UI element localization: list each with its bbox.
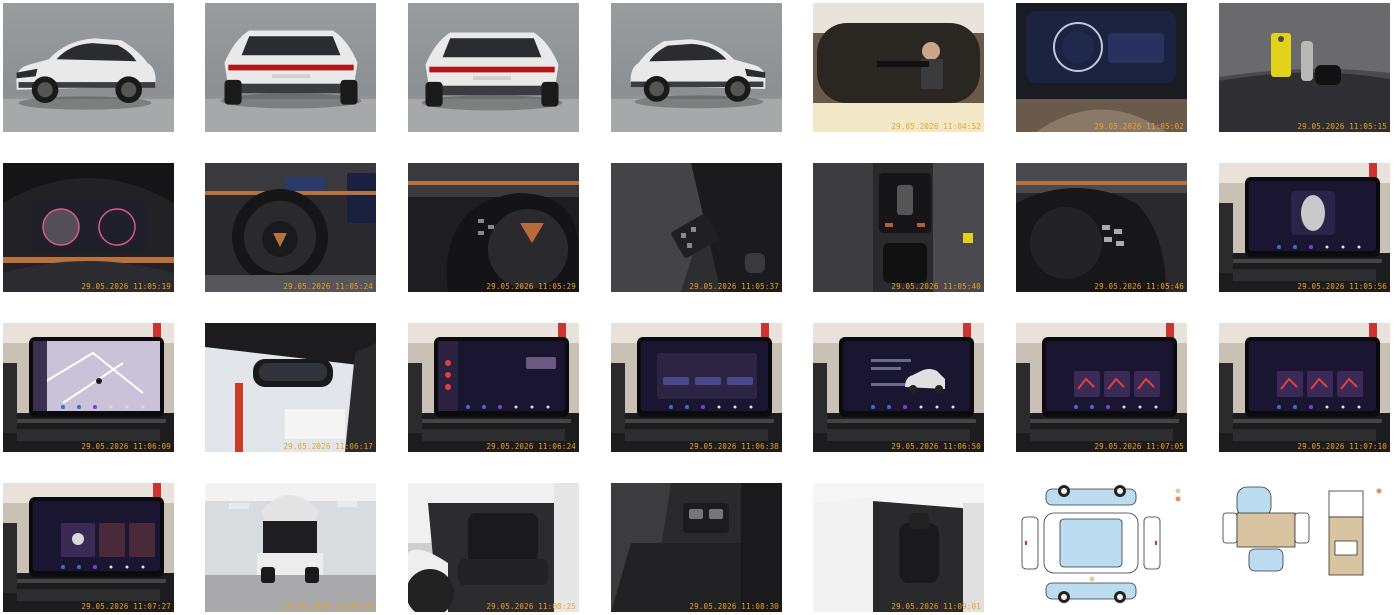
- photo-thumbnail-steering-wheel-right-buttons[interactable]: 29.05.2026 11:05:46: [1016, 163, 1187, 292]
- photo-thumbnail-car-front-34[interactable]: [3, 3, 174, 132]
- photo-instrument-cluster-dark: [1016, 3, 1187, 132]
- photo-rear-floor: [611, 483, 782, 612]
- photo-thumbnail-rear-floor[interactable]: 29.05.2026 11:08:30: [611, 483, 782, 612]
- photo-timestamp: 29.05.2026 11:05:19: [81, 282, 171, 291]
- photo-open-trunk: [205, 483, 376, 612]
- photo-car-side-front: [611, 3, 782, 132]
- photo-infotainment-vehicle: [3, 483, 174, 612]
- photo-thumbnail-infotainment-menu[interactable]: 29.05.2026 11:06:24: [408, 323, 579, 452]
- photo-thumbnail-keys-on-seat[interactable]: 29.05.2026 11:05:15: [1219, 3, 1390, 132]
- photo-thumbnail-center-console[interactable]: 29.05.2026 11:05:40: [813, 163, 984, 292]
- photo-thumbnail-open-trunk[interactable]: 29.05.2026 11:08:10: [205, 483, 376, 612]
- photo-timestamp: 29.05.2026 11:05:40: [891, 282, 981, 291]
- photo-gallery: 29.05.2026 11:04:52 29.05.2026 11:05:02 …: [0, 0, 1400, 615]
- photo-thumbnail-mirror-selfie[interactable]: 29.05.2026 11:04:52: [813, 3, 984, 132]
- photo-front-seats-door-open: [813, 483, 984, 612]
- photo-timestamp: 29.05.2026 11:06:09: [81, 442, 171, 451]
- photo-timestamp: 29.05.2026 11:07:10: [1297, 442, 1387, 451]
- photo-thumbnail-instrument-cluster[interactable]: 29.05.2026 11:05:19: [3, 163, 174, 292]
- photo-rear-seats: [408, 483, 579, 612]
- photo-timestamp: 29.05.2026 11:08:25: [486, 602, 576, 611]
- photo-thumbnail-infotainment-service[interactable]: 29.05.2026 11:06:50: [813, 323, 984, 452]
- photo-infotainment-menu: [408, 323, 579, 452]
- photo-thumbnail-steering-wheel[interactable]: 29.05.2026 11:05:24: [205, 163, 376, 292]
- photo-thumbnail-instrument-cluster-dark[interactable]: 29.05.2026 11:05:02: [1016, 3, 1187, 132]
- photo-timestamp: 29.05.2026 11:05:29: [486, 282, 576, 291]
- photo-keys-on-seat: [1219, 3, 1390, 132]
- photo-timestamp: 29.05.2026 11:06:24: [486, 442, 576, 451]
- photo-car-rear-34-right: [408, 3, 579, 132]
- photo-timestamp: 29.05.2026 11:05:15: [1297, 122, 1387, 131]
- photo-thumbnail-car-rear-34-left[interactable]: [205, 3, 376, 132]
- photo-steering-wheel-left-buttons: [408, 163, 579, 292]
- photo-timestamp: 29.05.2026 11:08:30: [689, 602, 779, 611]
- photo-timestamp: 29.05.2026 11:05:46: [1094, 282, 1184, 291]
- photo-steering-wheel-right-buttons: [1016, 163, 1187, 292]
- photo-timestamp: 29.05.2026 11:08:10: [283, 602, 373, 611]
- photo-thumbnail-infotainment-dialog[interactable]: 29.05.2026 11:06:38: [611, 323, 782, 452]
- photo-infotainment-map: [3, 323, 174, 452]
- photo-thumbnail-infotainment-assist[interactable]: 29.05.2026 11:07:05: [1016, 323, 1187, 452]
- photo-thumbnail-damage-diagram-interior[interactable]: [1219, 483, 1390, 612]
- photo-timestamp: 29.05.2026 11:07:05: [1094, 442, 1184, 451]
- photo-car-rear-34-left: [205, 3, 376, 132]
- photo-timestamp: 29.05.2026 11:05:02: [1094, 122, 1184, 131]
- photo-thumbnail-rear-view-mirror[interactable]: 29.05.2026 11:06:17: [205, 323, 376, 452]
- photo-thumbnail-infotainment-vehicle[interactable]: 29.05.2026 11:07:27: [3, 483, 174, 612]
- photo-timestamp: 29.05.2026 11:05:56: [1297, 282, 1387, 291]
- photo-center-console: [813, 163, 984, 292]
- photo-door-panel: [611, 163, 782, 292]
- photo-timestamp: 29.05.2026 11:09:01: [891, 602, 981, 611]
- photo-timestamp: 29.05.2026 11:06:17: [283, 442, 373, 451]
- photo-timestamp: 29.05.2026 11:04:52: [891, 122, 981, 131]
- photo-thumbnail-steering-wheel-left-buttons[interactable]: 29.05.2026 11:05:29: [408, 163, 579, 292]
- photo-thumbnail-car-side-front[interactable]: [611, 3, 782, 132]
- photo-thumbnail-damage-diagram-exterior[interactable]: [1016, 483, 1187, 612]
- photo-thumbnail-infotainment-map[interactable]: 29.05.2026 11:06:09: [3, 323, 174, 452]
- photo-infotainment-dialog: [611, 323, 782, 452]
- photo-infotainment-assist: [1016, 323, 1187, 452]
- photo-infotainment-assist-2: [1219, 323, 1390, 452]
- photo-timestamp: 29.05.2026 11:05:24: [283, 282, 373, 291]
- photo-instrument-cluster: [3, 163, 174, 292]
- photo-rear-view-mirror: [205, 323, 376, 452]
- photo-infotainment-service: [813, 323, 984, 452]
- photo-thumbnail-car-rear-34-right[interactable]: [408, 3, 579, 132]
- photo-damage-diagram-interior: [1219, 483, 1390, 612]
- photo-thumbnail-rear-seats[interactable]: 29.05.2026 11:08:25: [408, 483, 579, 612]
- photo-infotainment-car-view: [1219, 163, 1390, 292]
- photo-timestamp: 29.05.2026 11:06:38: [689, 442, 779, 451]
- photo-thumbnail-door-panel[interactable]: 29.05.2026 11:05:37: [611, 163, 782, 292]
- photo-timestamp: 29.05.2026 11:05:37: [689, 282, 779, 291]
- photo-steering-wheel: [205, 163, 376, 292]
- photo-thumbnail-infotainment-car-view[interactable]: 29.05.2026 11:05:56: [1219, 163, 1390, 292]
- photo-thumbnail-front-seats-door-open[interactable]: 29.05.2026 11:09:01: [813, 483, 984, 612]
- photo-damage-diagram-exterior: [1016, 483, 1187, 612]
- photo-timestamp: 29.05.2026 11:07:27: [81, 602, 171, 611]
- photo-timestamp: 29.05.2026 11:06:50: [891, 442, 981, 451]
- photo-mirror-selfie: [813, 3, 984, 132]
- photo-thumbnail-infotainment-assist-2[interactable]: 29.05.2026 11:07:10: [1219, 323, 1390, 452]
- photo-car-front-34: [3, 3, 174, 132]
